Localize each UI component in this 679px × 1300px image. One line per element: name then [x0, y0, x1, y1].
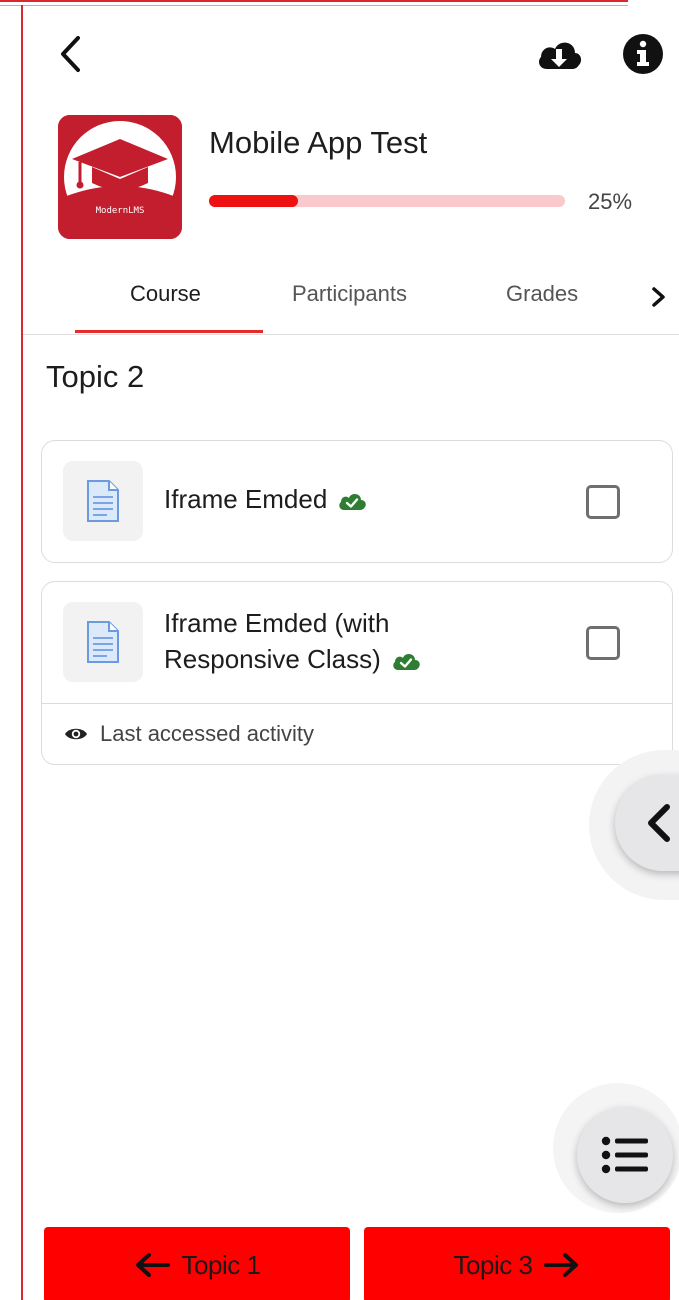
activity-name-row: Iframe Emded (with Responsive Class): [164, 605, 524, 677]
chevron-left-icon: [648, 804, 670, 842]
next-section-button[interactable]: Topic 3: [364, 1227, 670, 1300]
tabs-scroll-next-button[interactable]: [647, 277, 677, 317]
activity-item[interactable]: Iframe Emded: [42, 441, 672, 562]
arrow-left-icon: [135, 1253, 170, 1277]
completion-checkbox[interactable]: [586, 485, 620, 519]
eye-icon: [65, 728, 87, 740]
section-title: Topic 2: [46, 359, 145, 394]
course-title: Mobile App Test: [209, 125, 428, 160]
course-screen: ModernLMS Mobile App Test 25% Course Par…: [23, 7, 679, 1300]
top-bar: [23, 7, 679, 97]
download-button[interactable]: [535, 33, 583, 77]
tab-course[interactable]: Course: [130, 281, 201, 307]
course-logo: ModernLMS: [58, 115, 182, 239]
course-tabs: Course Participants Grades: [23, 267, 679, 335]
last-accessed-bar: Last accessed activity: [42, 703, 672, 765]
info-button[interactable]: [621, 32, 665, 76]
previous-section-button[interactable]: Topic 1: [44, 1227, 350, 1300]
cloud-check-icon: [393, 654, 420, 671]
activity-item[interactable]: Iframe Emded (with Responsive Class): [42, 582, 672, 703]
graduation-cap-logo: ModernLMS: [58, 115, 182, 239]
arrow-right-icon: [544, 1253, 579, 1277]
course-progress-label: 25%: [588, 189, 633, 214]
course-header: ModernLMS Mobile App Test 25%: [23, 107, 679, 247]
activity-icon-box: [63, 602, 143, 682]
tab-grades[interactable]: Grades: [506, 281, 578, 307]
page-icon: [87, 621, 119, 663]
course-progress-fill: [209, 195, 298, 207]
window-top-accent: [0, 0, 628, 2]
activity-icon-box: [63, 461, 143, 541]
activity-name: Iframe Emded (with Responsive Class): [164, 608, 390, 674]
activity-name: Iframe Emded: [164, 484, 328, 514]
page-icon: [87, 480, 119, 522]
logo-wordmark: ModernLMS: [96, 206, 145, 216]
chevron-left-icon: [61, 36, 80, 72]
course-index-fab[interactable]: [577, 1107, 673, 1203]
active-tab-indicator: [75, 330, 263, 333]
tab-participants[interactable]: Participants: [292, 281, 407, 307]
previous-section-label: Topic 1: [181, 1249, 261, 1280]
activity-card: Iframe Emded (with Responsive Class) Las…: [41, 581, 673, 765]
next-section-label: Topic 3: [453, 1249, 533, 1280]
cloud-download-icon: [539, 42, 582, 69]
completion-checkbox[interactable]: [586, 626, 620, 660]
list-icon: [601, 1136, 648, 1174]
back-button[interactable]: [51, 31, 91, 77]
chevron-right-icon: [652, 287, 665, 307]
last-accessed-label: Last accessed activity: [100, 721, 314, 746]
cloud-check-icon: [339, 494, 367, 511]
activity-card: Iframe Emded: [41, 440, 673, 563]
info-icon: [623, 34, 663, 74]
course-progress-bar: [209, 195, 565, 207]
activity-name-row: Iframe Emded: [164, 481, 367, 517]
